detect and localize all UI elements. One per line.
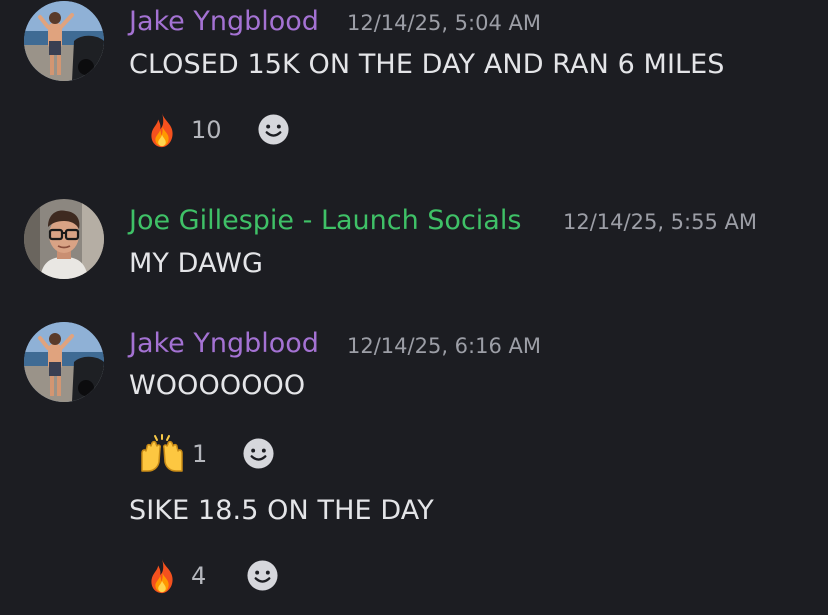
message-timestamp: 12/14/25, 5:55 AM xyxy=(563,210,757,234)
message-text: WOOOOOOO xyxy=(129,370,306,401)
raised-hands-icon xyxy=(138,434,186,474)
fire-icon xyxy=(143,555,181,597)
reaction-count: 10 xyxy=(191,116,222,144)
reaction-count: 4 xyxy=(191,562,207,590)
reaction-fire[interactable]: 4 xyxy=(143,554,206,598)
message-timestamp: 12/14/25, 5:04 AM xyxy=(347,11,541,35)
message-text: SIKE 18.5 ON THE DAY xyxy=(129,495,434,526)
add-reaction-icon[interactable] xyxy=(257,113,290,146)
reaction-count: 1 xyxy=(192,440,208,468)
avatar-joe-gillespie[interactable] xyxy=(24,199,104,279)
avatar-jake-yngblood[interactable] xyxy=(24,322,104,402)
message-timestamp: 12/14/25, 6:16 AM xyxy=(347,334,541,358)
reaction-raised-hands[interactable]: 1 xyxy=(138,432,207,476)
message-author[interactable]: Jake Yngblood xyxy=(129,327,319,361)
message-author[interactable]: Joe Gillespie - Launch Socials xyxy=(129,204,521,238)
reaction-fire[interactable]: 10 xyxy=(143,108,222,152)
add-reaction-icon[interactable] xyxy=(242,437,275,470)
fire-icon xyxy=(143,109,181,151)
avatar-jake-yngblood[interactable] xyxy=(24,1,104,81)
add-reaction-icon[interactable] xyxy=(246,559,279,592)
message-text: CLOSED 15K ON THE DAY AND RAN 6 MILES xyxy=(129,49,725,80)
message-author[interactable]: Jake Yngblood xyxy=(129,5,319,39)
message-text: MY DAWG xyxy=(129,248,263,279)
